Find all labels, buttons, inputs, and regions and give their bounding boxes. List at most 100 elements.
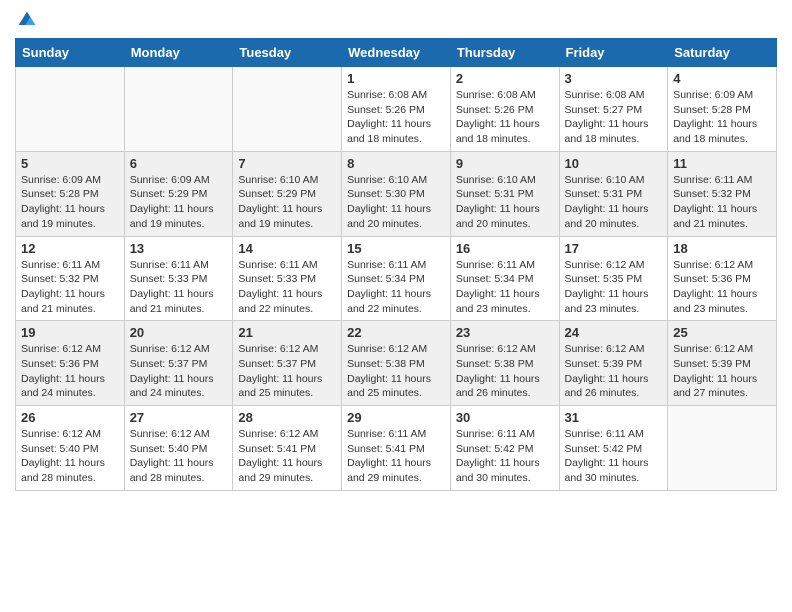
day-info: Sunrise: 6:08 AM Sunset: 5:26 PM Dayligh… — [456, 88, 554, 147]
day-info: Sunrise: 6:11 AM Sunset: 5:34 PM Dayligh… — [347, 258, 445, 317]
calendar-cell: 28Sunrise: 6:12 AM Sunset: 5:41 PM Dayli… — [233, 406, 342, 491]
day-number: 6 — [130, 156, 228, 171]
day-header-saturday: Saturday — [668, 39, 777, 67]
day-number: 3 — [565, 71, 663, 86]
calendar-cell: 9Sunrise: 6:10 AM Sunset: 5:31 PM Daylig… — [450, 151, 559, 236]
calendar-cell: 24Sunrise: 6:12 AM Sunset: 5:39 PM Dayli… — [559, 321, 668, 406]
day-info: Sunrise: 6:12 AM Sunset: 5:36 PM Dayligh… — [673, 258, 771, 317]
day-header-tuesday: Tuesday — [233, 39, 342, 67]
calendar-cell: 8 Sunrise: 6:10 AM Sunset: 5:30 PM Daylig… — [342, 151, 451, 236]
day-info: Sunrise: 6:11 AM Sunset: 5:33 PM Dayligh… — [130, 258, 228, 317]
day-number: 2 — [456, 71, 554, 86]
day-info: Sunrise: 6:10 AM Sunset: 5:30 PM Dayligh… — [347, 173, 445, 232]
day-header-thursday: Thursday — [450, 39, 559, 67]
logo-icon — [17, 10, 37, 30]
page-header — [15, 10, 777, 30]
calendar-cell — [124, 67, 233, 152]
day-number: 14 — [238, 241, 336, 256]
calendar-week-3: 12 Sunrise: 6:11 AM Sunset: 5:32 PM Dayli… — [16, 236, 777, 321]
day-info: Sunrise: 6:11 AM Sunset: 5:41 PM Dayligh… — [347, 427, 445, 486]
day-number: 19 — [21, 325, 119, 340]
day-number: 26 — [21, 410, 119, 425]
day-number: 7 — [238, 156, 336, 171]
calendar-cell — [233, 67, 342, 152]
day-header-friday: Friday — [559, 39, 668, 67]
calendar-cell: 21Sunrise: 6:12 AM Sunset: 5:37 PM Dayli… — [233, 321, 342, 406]
calendar-week-5: 26 Sunrise: 6:12 AM Sunset: 5:40 PM Dayli… — [16, 406, 777, 491]
day-header-wednesday: Wednesday — [342, 39, 451, 67]
day-number: 8 — [347, 156, 445, 171]
day-info: Sunrise: 6:11 AM Sunset: 5:32 PM Dayligh… — [21, 258, 119, 317]
day-info: Sunrise: 6:12 AM Sunset: 5:36 PM Dayligh… — [21, 342, 119, 401]
calendar-cell: 18 Sunrise: 6:12 AM Sunset: 5:36 PM Dayli… — [668, 236, 777, 321]
day-info: Sunrise: 6:10 AM Sunset: 5:31 PM Dayligh… — [565, 173, 663, 232]
calendar-cell: 15 Sunrise: 6:11 AM Sunset: 5:34 PM Dayli… — [342, 236, 451, 321]
calendar-cell: 13 Sunrise: 6:11 AM Sunset: 5:33 PM Dayli… — [124, 236, 233, 321]
day-number: 24 — [565, 325, 663, 340]
day-info: Sunrise: 6:12 AM Sunset: 5:37 PM Dayligh… — [130, 342, 228, 401]
day-info: Sunrise: 6:10 AM Sunset: 5:31 PM Dayligh… — [456, 173, 554, 232]
calendar-cell: 23Sunrise: 6:12 AM Sunset: 5:38 PM Dayli… — [450, 321, 559, 406]
day-number: 16 — [456, 241, 554, 256]
day-info: Sunrise: 6:12 AM Sunset: 5:40 PM Dayligh… — [21, 427, 119, 486]
logo — [15, 10, 37, 30]
calendar-cell: 16 Sunrise: 6:11 AM Sunset: 5:34 PM Dayli… — [450, 236, 559, 321]
day-number: 25 — [673, 325, 771, 340]
calendar-cell: 30 Sunrise: 6:11 AM Sunset: 5:42 PM Dayli… — [450, 406, 559, 491]
day-number: 4 — [673, 71, 771, 86]
day-info: Sunrise: 6:09 AM Sunset: 5:28 PM Dayligh… — [21, 173, 119, 232]
calendar-cell: 17 Sunrise: 6:12 AM Sunset: 5:35 PM Dayli… — [559, 236, 668, 321]
calendar-header-row: SundayMondayTuesdayWednesdayThursdayFrid… — [16, 39, 777, 67]
calendar-cell: 11Sunrise: 6:11 AM Sunset: 5:32 PM Dayli… — [668, 151, 777, 236]
calendar-table: SundayMondayTuesdayWednesdayThursdayFrid… — [15, 38, 777, 491]
calendar-cell: 7Sunrise: 6:10 AM Sunset: 5:29 PM Daylig… — [233, 151, 342, 236]
day-number: 13 — [130, 241, 228, 256]
day-number: 10 — [565, 156, 663, 171]
calendar-cell: 6 Sunrise: 6:09 AM Sunset: 5:29 PM Daylig… — [124, 151, 233, 236]
day-header-monday: Monday — [124, 39, 233, 67]
calendar-cell: 14 Sunrise: 6:11 AM Sunset: 5:33 PM Dayli… — [233, 236, 342, 321]
calendar-cell: 1 Sunrise: 6:08 AM Sunset: 5:26 PM Daylig… — [342, 67, 451, 152]
day-number: 30 — [456, 410, 554, 425]
day-number: 18 — [673, 241, 771, 256]
day-info: Sunrise: 6:08 AM Sunset: 5:26 PM Dayligh… — [347, 88, 445, 147]
day-number: 17 — [565, 241, 663, 256]
calendar-cell: 2 Sunrise: 6:08 AM Sunset: 5:26 PM Daylig… — [450, 67, 559, 152]
day-info: Sunrise: 6:11 AM Sunset: 5:42 PM Dayligh… — [565, 427, 663, 486]
day-number: 12 — [21, 241, 119, 256]
day-info: Sunrise: 6:12 AM Sunset: 5:38 PM Dayligh… — [347, 342, 445, 401]
day-info: Sunrise: 6:12 AM Sunset: 5:39 PM Dayligh… — [673, 342, 771, 401]
day-info: Sunrise: 6:08 AM Sunset: 5:27 PM Dayligh… — [565, 88, 663, 147]
calendar-cell: 26 Sunrise: 6:12 AM Sunset: 5:40 PM Dayli… — [16, 406, 125, 491]
day-number: 27 — [130, 410, 228, 425]
calendar-cell: 10 Sunrise: 6:10 AM Sunset: 5:31 PM Dayli… — [559, 151, 668, 236]
calendar-cell: 19 Sunrise: 6:12 AM Sunset: 5:36 PM Dayli… — [16, 321, 125, 406]
calendar-cell — [16, 67, 125, 152]
calendar-cell: 22Sunrise: 6:12 AM Sunset: 5:38 PM Dayli… — [342, 321, 451, 406]
day-info: Sunrise: 6:12 AM Sunset: 5:35 PM Dayligh… — [565, 258, 663, 317]
day-info: Sunrise: 6:09 AM Sunset: 5:29 PM Dayligh… — [130, 173, 228, 232]
day-info: Sunrise: 6:11 AM Sunset: 5:34 PM Dayligh… — [456, 258, 554, 317]
calendar-cell — [668, 406, 777, 491]
calendar-cell: 4Sunrise: 6:09 AM Sunset: 5:28 PM Daylig… — [668, 67, 777, 152]
calendar-cell: 29 Sunrise: 6:11 AM Sunset: 5:41 PM Dayli… — [342, 406, 451, 491]
day-info: Sunrise: 6:11 AM Sunset: 5:32 PM Dayligh… — [673, 173, 771, 232]
calendar-week-1: 1 Sunrise: 6:08 AM Sunset: 5:26 PM Daylig… — [16, 67, 777, 152]
day-info: Sunrise: 6:12 AM Sunset: 5:37 PM Dayligh… — [238, 342, 336, 401]
calendar-cell: 12 Sunrise: 6:11 AM Sunset: 5:32 PM Dayli… — [16, 236, 125, 321]
calendar-week-4: 19 Sunrise: 6:12 AM Sunset: 5:36 PM Dayli… — [16, 321, 777, 406]
day-number: 23 — [456, 325, 554, 340]
calendar-week-2: 5Sunrise: 6:09 AM Sunset: 5:28 PM Daylig… — [16, 151, 777, 236]
day-number: 29 — [347, 410, 445, 425]
calendar-cell: 25 Sunrise: 6:12 AM Sunset: 5:39 PM Dayli… — [668, 321, 777, 406]
calendar-cell: 5Sunrise: 6:09 AM Sunset: 5:28 PM Daylig… — [16, 151, 125, 236]
day-info: Sunrise: 6:12 AM Sunset: 5:40 PM Dayligh… — [130, 427, 228, 486]
day-number: 31 — [565, 410, 663, 425]
calendar-cell: 20 Sunrise: 6:12 AM Sunset: 5:37 PM Dayli… — [124, 321, 233, 406]
day-number: 15 — [347, 241, 445, 256]
day-header-sunday: Sunday — [16, 39, 125, 67]
day-number: 1 — [347, 71, 445, 86]
day-info: Sunrise: 6:11 AM Sunset: 5:33 PM Dayligh… — [238, 258, 336, 317]
day-info: Sunrise: 6:11 AM Sunset: 5:42 PM Dayligh… — [456, 427, 554, 486]
day-number: 20 — [130, 325, 228, 340]
